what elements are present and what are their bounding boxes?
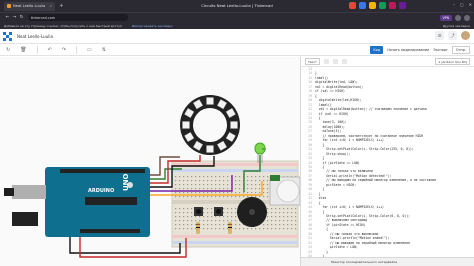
url-field[interactable]: tinkercad.com (28, 14, 128, 21)
code-line-text: for (int i=0; i < NUMPIXELS; i++) (315, 205, 384, 210)
board-select[interactable]: 1 (Arduino Uno R3) (435, 58, 470, 65)
code-button[interactable]: Код (370, 45, 384, 54)
browser-extensions (349, 2, 406, 9)
tinkercad-app: Neat Leello-Luulia ☰ ⤴ ↻ 🗑 ↶ ↷ ▭ ⇅ Код Н… (0, 29, 474, 266)
url-text: tinkercad.com (31, 15, 56, 20)
arduino-brand: ARDUINO (88, 188, 114, 194)
tinkercad-logo-icon[interactable] (3, 31, 12, 41)
share-icon[interactable]: ⤴ (448, 31, 457, 40)
address-bar: ← → ↻ tinkercad.com VPN (0, 12, 474, 22)
download-icon[interactable] (323, 59, 329, 64)
menu-icon[interactable] (464, 14, 470, 21)
neopixel-led (206, 145, 214, 153)
code-line-text: if (val == HIGH) (315, 89, 345, 94)
extension-icon[interactable] (359, 2, 366, 9)
editor-toolbar: ↻ 🗑 ↶ ↷ ▭ ⇅ Код Начать моделирование Экс… (0, 44, 474, 56)
send-button[interactable]: Отпр. (451, 45, 470, 54)
extension-icon[interactable] (349, 2, 356, 9)
toolbar-divider (75, 45, 77, 54)
push-button[interactable] (214, 207, 223, 216)
code-editor-panel: Текст 1 (Arduino Uno R3) 13 14} 15 label() 1… (300, 57, 474, 266)
maximize-icon[interactable]: ▢ (460, 2, 464, 7)
minimize-icon[interactable]: – (453, 2, 455, 7)
rotate-icon[interactable]: ↻ (6, 47, 10, 53)
tinkercad-favicon-icon (7, 4, 11, 8)
start-simulation-button[interactable]: Начать моделирование (387, 48, 429, 52)
back-icon[interactable]: ← (4, 15, 11, 20)
close-window-icon[interactable]: ✕ (469, 2, 472, 7)
close-tab-icon[interactable]: × (49, 4, 52, 8)
window-title: Circuits Neat Leello-Luulia | Tinkercad (201, 3, 273, 8)
libraries-icon[interactable] (341, 59, 347, 64)
avatar[interactable] (461, 31, 470, 40)
arduino-model: UNO (122, 173, 130, 191)
resistor[interactable] (196, 222, 200, 234)
reload-icon[interactable]: ↻ (18, 15, 25, 20)
serial-monitor-button[interactable]: Монитор последовательного интерфейса (301, 257, 474, 266)
redo-icon[interactable]: ↷ (62, 47, 66, 53)
list-view-icon[interactable]: ☰ (435, 31, 444, 40)
bookmarks-bar: Добавьте на эту страницу ссылки, чтобы п… (0, 22, 474, 29)
browser-tab[interactable]: Neat Leello-Luulia × (4, 1, 56, 11)
led-label: D1 (262, 147, 266, 151)
arduino-uno[interactable]: ARDUINO UNO (4, 167, 150, 237)
piezo-buzzer[interactable] (237, 197, 267, 227)
forward-icon[interactable]: → (11, 15, 18, 20)
upload-icon[interactable] (332, 59, 338, 64)
new-tab-button[interactable]: + (59, 3, 63, 9)
resistor[interactable] (228, 222, 232, 234)
neopixel-ring[interactable] (180, 95, 240, 155)
note-icon[interactable]: ▭ (87, 47, 92, 53)
code-text[interactable]: 13 14} 15 label() 16 digitalWrite(led, LOW); 1… (301, 67, 474, 257)
extension-icon[interactable] (379, 2, 386, 9)
import-bookmarks-link[interactable]: Импортировать закладки (132, 24, 173, 28)
delete-icon[interactable]: 🗑 (20, 47, 26, 53)
extension-icon[interactable] (389, 2, 396, 9)
toolbar-divider (36, 45, 38, 54)
editor-mode-select[interactable]: Текст (305, 58, 320, 65)
export-button[interactable]: Экспорт (433, 48, 448, 52)
code-line-text: for (int i=0; i < NUMPIXELS; i++) (315, 138, 384, 143)
circuit-workspace[interactable]: ARDUINO UNO D1 (0, 57, 300, 266)
neopixel-led (230, 121, 238, 129)
flip-icon[interactable]: ⇅ (102, 47, 106, 53)
pir-sensor[interactable] (269, 175, 300, 206)
app-header: Neat Leello-Luulia ☰ ⤴ (0, 29, 474, 44)
extension-icon[interactable] (399, 2, 406, 9)
tab-title: Neat Leello-Luulia (13, 4, 46, 8)
project-name[interactable]: Neat Leello-Luulia (17, 34, 53, 39)
undo-icon[interactable]: ↶ (48, 47, 52, 53)
push-button[interactable] (194, 207, 203, 216)
vpn-badge[interactable]: VPN (439, 14, 452, 21)
code-editor-header: Текст 1 (Arduino Uno R3) (301, 57, 474, 67)
address-bar-actions: VPN (439, 14, 470, 21)
window-controls: – ▢ ✕ (453, 2, 472, 7)
circuit-diagram: ARDUINO UNO D1 (4, 95, 300, 258)
bookmarks-hint: Добавьте на эту страницу ссылки, чтобы п… (4, 23, 122, 28)
toolbar-actions: Код Начать моделирование Экспорт Отпр. (370, 45, 470, 54)
header-actions: ☰ ⤴ (435, 31, 470, 40)
neopixel-led (182, 121, 190, 129)
extension-icon[interactable] (369, 2, 376, 9)
neopixel-led (206, 97, 214, 105)
profile-icon[interactable] (455, 14, 461, 21)
other-bookmarks[interactable]: Другие закладки (443, 24, 470, 28)
browser-tab-bar: Neat Leello-Luulia × + Circuits Neat Lee… (0, 0, 474, 12)
